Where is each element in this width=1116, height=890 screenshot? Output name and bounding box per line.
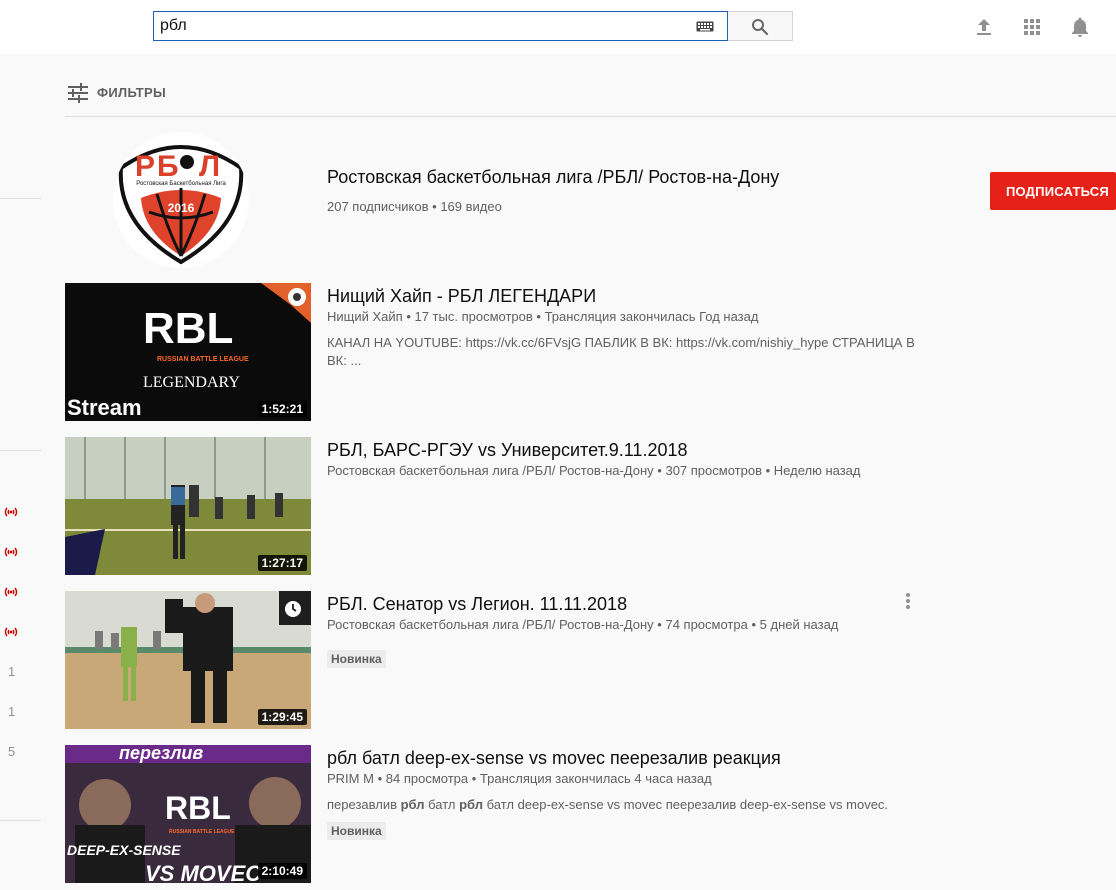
- video-thumbnail[interactable]: 1:27:17: [65, 437, 311, 575]
- desc-highlight: рбл: [459, 797, 483, 812]
- meta-dot: •: [377, 771, 386, 786]
- apps-icon[interactable]: [1020, 15, 1044, 39]
- search-box[interactable]: [153, 11, 728, 41]
- watch-later-icon[interactable]: [281, 597, 305, 621]
- video-duration: 1:29:45: [257, 709, 307, 725]
- meta-dot: •: [751, 617, 760, 632]
- desc-part: перезавлив: [327, 797, 401, 812]
- keyboard-icon[interactable]: [696, 21, 714, 32]
- filters-icon: [68, 83, 88, 103]
- video-thumbnail[interactable]: RBL RUSSIAN BATTLE LEAGUE LEGENDARY Stre…: [65, 283, 311, 421]
- rail-count: 1: [8, 704, 16, 719]
- video-title[interactable]: РБЛ. Сенатор vs Легион. 11.11.2018: [327, 594, 627, 615]
- video-age: Неделю назад: [773, 463, 861, 478]
- left-rail: 1 1 5: [0, 54, 41, 890]
- thumb-stream-text: Stream: [67, 395, 142, 420]
- search-button[interactable]: [728, 11, 793, 41]
- logo-year: 2016: [168, 201, 195, 215]
- video-meta: Ростовская баскетбольная лига /РБЛ/ Рост…: [327, 617, 838, 632]
- video-description: перезавлив рбл батл рбл батл deep-ex-sen…: [327, 796, 927, 814]
- svg-text:Б: Б: [157, 150, 179, 183]
- bell-icon[interactable]: [1068, 15, 1092, 39]
- video-channel[interactable]: Ростовская баскетбольная лига /РБЛ/ Рост…: [327, 617, 654, 632]
- video-duration: 1:52:21: [257, 401, 307, 417]
- video-title[interactable]: РБЛ, БАРС-РГЭУ vs Университет.9.11.2018: [327, 440, 687, 461]
- video-age: Трансляция закончилась 4 часа назад: [479, 771, 712, 786]
- thumb-reupload-text: перезлив: [119, 745, 203, 763]
- video-thumbnail[interactable]: перезлив RBL RUSSIAN BATTLE LEAGUE DEEP-…: [65, 745, 311, 883]
- channel-meta: 207 подписчиков • 169 видео: [327, 199, 502, 214]
- search-icon: [752, 19, 769, 36]
- channel-title[interactable]: Ростовская баскетбольная лига /РБЛ/ Рост…: [327, 167, 779, 188]
- video-views: 84 просмотра: [385, 771, 469, 786]
- top-bar: [0, 0, 1116, 54]
- video-title[interactable]: рбл батл deep-ex-sense vs movec пеерезал…: [327, 748, 781, 769]
- meta-dot: •: [471, 771, 480, 786]
- video-meta: PRIM M • 84 просмотра • Трансляция закон…: [327, 771, 712, 786]
- thumb-legend-text: LEGENDARY: [143, 374, 240, 391]
- desc-highlight: рбл: [400, 797, 425, 812]
- thumb-bottom-text: VS MOVEC: [145, 861, 262, 883]
- thumb-rbl-text: RBL: [165, 790, 231, 826]
- meta-dot: •: [536, 309, 545, 324]
- rail-count: 5: [8, 744, 16, 759]
- video-age: 5 дней назад: [759, 617, 839, 632]
- video-meta: Ростовская баскетбольная лига /РБЛ/ Рост…: [327, 463, 860, 478]
- video-views: 17 тыс. просмотров: [414, 309, 533, 324]
- video-views: 74 просмотра: [665, 617, 748, 632]
- search-results: ФИЛЬТРЫ Р Б Л Ростовская Баскетбольная Л…: [41, 54, 1116, 890]
- video-channel[interactable]: Ростовская баскетбольная лига /РБЛ/ Рост…: [327, 463, 654, 478]
- live-icon[interactable]: [3, 506, 19, 518]
- live-icon[interactable]: [3, 546, 19, 558]
- rail-divider: [0, 820, 41, 821]
- video-result[interactable]: перезлив RBL RUSSIAN BATTLE LEAGUE DEEP-…: [65, 745, 965, 885]
- video-result[interactable]: 1:29:45 РБЛ. Сенатор vs Легион. 11.11.20…: [65, 591, 965, 731]
- upload-icon[interactable]: [972, 15, 996, 39]
- channel-avatar[interactable]: Р Б Л Ростовская Баскетбольная Лига 2016: [113, 132, 249, 268]
- video-duration: 2:10:49: [257, 863, 307, 879]
- video-result[interactable]: 1:27:17 РБЛ, БАРС-РГЭУ vs Университет.9.…: [65, 437, 965, 577]
- live-icon[interactable]: [3, 626, 19, 638]
- search-input[interactable]: [154, 12, 684, 40]
- logo-text: Ростовская Баскетбольная Лига: [136, 181, 226, 187]
- svg-text:Л: Л: [199, 150, 220, 183]
- video-views: 307 просмотров: [665, 463, 762, 478]
- video-duration: 1:27:17: [257, 555, 307, 571]
- desc-part: батл deep-ex-sense vs movec пеерезалив d…: [483, 797, 889, 812]
- channel-subscribers: 207 подписчиков: [327, 199, 429, 214]
- subscribe-button[interactable]: ПОДПИСАТЬСЯ: [990, 172, 1116, 210]
- thumb-league-text: RUSSIAN BATTLE LEAGUE: [157, 356, 249, 363]
- rail-count: 1: [8, 664, 16, 679]
- video-thumbnail[interactable]: 1:29:45: [65, 591, 311, 729]
- channel-logo: Р Б Л Ростовская Баскетбольная Лига 2016: [118, 145, 244, 265]
- thumb-rbl-text: RBL: [143, 304, 233, 353]
- video-channel[interactable]: PRIM M: [327, 771, 374, 786]
- video-meta: Нищий Хайп • 17 тыс. просмотров • Трансл…: [327, 309, 758, 324]
- rail-divider: [0, 450, 41, 451]
- thumb-left-text: DEEP-EX-SENSE: [67, 842, 181, 858]
- live-icon[interactable]: [3, 586, 19, 598]
- rail-divider: [0, 198, 41, 199]
- svg-text:Р: Р: [135, 150, 155, 183]
- meta-dot: •: [765, 463, 774, 478]
- filters-label: ФИЛЬТРЫ: [97, 85, 167, 100]
- new-badge: Новинка: [327, 822, 386, 840]
- video-description: КАНАЛ НА YOUTUBE: https://vk.cc/6FVsjG П…: [327, 335, 915, 368]
- desc-part: батл: [424, 797, 460, 812]
- video-result[interactable]: RBL RUSSIAN BATTLE LEAGUE LEGENDARY Stre…: [65, 283, 965, 423]
- video-channel[interactable]: Нищий Хайп: [327, 309, 403, 324]
- more-vert-icon[interactable]: [901, 591, 915, 611]
- video-age: Трансляция закончилась Год назад: [544, 309, 759, 324]
- new-badge: Новинка: [327, 650, 386, 668]
- filters-divider: [65, 116, 1116, 117]
- channel-video-count: 169 видео: [440, 199, 502, 214]
- thumb-league-text: RUSSIAN BATTLE LEAGUE: [169, 829, 235, 835]
- video-title[interactable]: Нищий Хайп - РБЛ ЛЕГЕНДАРИ: [327, 286, 596, 307]
